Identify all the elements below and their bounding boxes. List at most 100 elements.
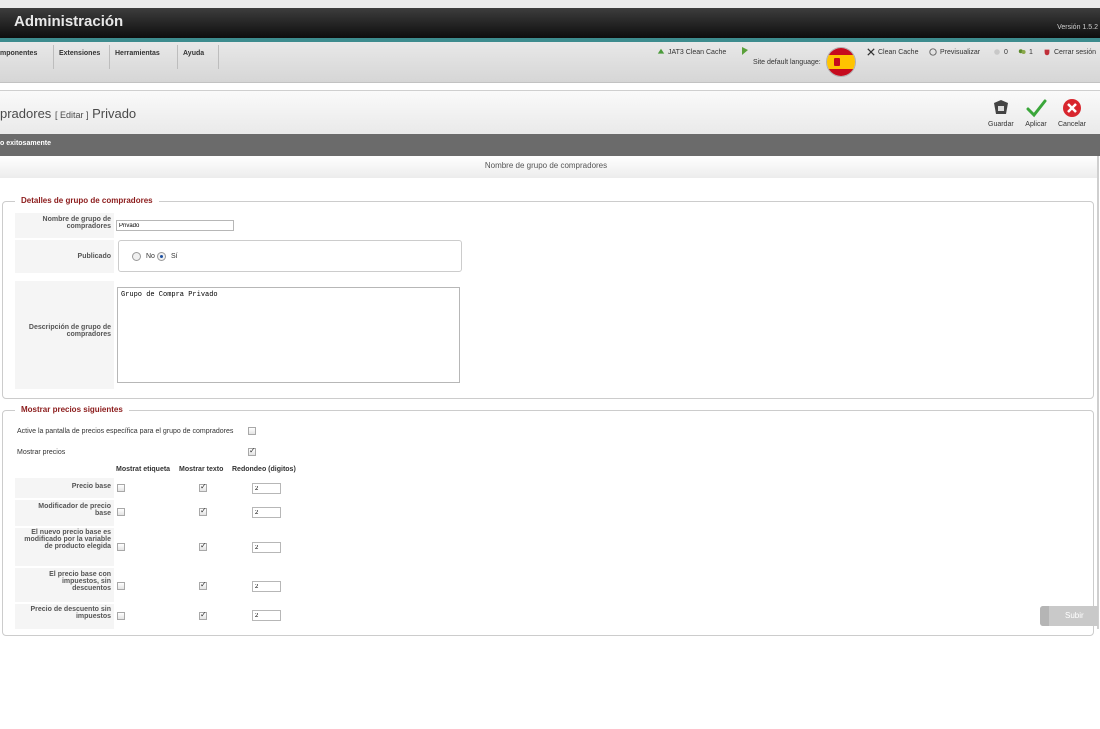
checkmark-icon (1026, 99, 1047, 118)
price-row-label-cell: El precio base con impuestos, sin descue… (15, 568, 114, 602)
preview-icon (929, 48, 937, 56)
cancel-button[interactable]: Cancelar (1058, 97, 1086, 128)
price-row-show-text-checkbox[interactable] (199, 580, 207, 590)
apply-label: Aplicar (1025, 121, 1047, 128)
price-row-rounding-input[interactable] (252, 542, 281, 553)
top-strip (0, 0, 1100, 8)
name-label: Nombre de grupo de compradores (42, 216, 111, 230)
published-yes-radio[interactable] (157, 252, 166, 261)
page-title-main: pradores (0, 106, 52, 121)
clean-cache-label: Clean Cache (878, 49, 919, 56)
visitors-counter: 0 (993, 47, 1008, 59)
price-row-show-label-checkbox[interactable] (117, 508, 125, 516)
description-textarea[interactable]: Grupo de Compra Privado (117, 287, 460, 383)
page-title: pradores [ Editar ] Privado (0, 106, 136, 121)
admins-counter: 1 (1018, 47, 1033, 59)
price-row-label-cell: Modificador de precio base (15, 500, 114, 526)
page-title-action: [ Editar ] (54, 110, 89, 120)
price-row-label-cell: Precio base (15, 478, 114, 498)
menu-item-tools[interactable]: Herramientas (115, 47, 160, 61)
price-row-label-cell: Precio de descuento sin impuestos (15, 604, 114, 629)
version-label: Versión 1.5.2 (1057, 24, 1098, 31)
price-row-show-text-checkbox[interactable] (199, 541, 207, 551)
price-row-label: Precio de descuento sin impuestos (30, 606, 111, 620)
clean-cache-link[interactable]: Clean Cache (867, 47, 918, 59)
jat3-clean-cache-link[interactable]: JAT3 Clean Cache (657, 47, 726, 59)
preview-link[interactable]: Previsualizar (929, 47, 980, 59)
save-icon (993, 100, 1008, 114)
price-row-show-label-checkbox[interactable] (117, 582, 125, 590)
menu-separator (177, 45, 178, 69)
price-row-rounding-input[interactable] (252, 610, 281, 621)
description-label-cell: Descripción de grupo de compradores (15, 281, 114, 389)
price-row-show-label-checkbox[interactable] (117, 543, 125, 551)
scroll-to-top-button[interactable]: Subir (1040, 606, 1098, 626)
visitors-icon (994, 49, 1000, 55)
price-row-rounding-input[interactable] (252, 581, 281, 592)
visitors-count: 0 (1004, 49, 1008, 56)
menu-item-help[interactable]: Ayuda (183, 47, 204, 61)
broom-icon (867, 48, 875, 56)
details-legend: Detalles de grupo de compradores (15, 196, 159, 205)
published-no-radio[interactable] (132, 252, 141, 261)
logout-label: Cerrar sesión (1054, 49, 1097, 56)
price-row-show-text-checkbox[interactable] (199, 610, 207, 620)
content-panel: Nombre de grupo de compradores Detalles … (0, 156, 1099, 636)
logout-link[interactable]: Cerrar sesión (1043, 47, 1096, 59)
price-row-rounding-input[interactable] (252, 483, 281, 494)
menu-bar: mponentes Extensiones Herramientas Ayuda… (0, 42, 1100, 83)
activate-price-display-checkbox[interactable] (248, 427, 256, 435)
save-button[interactable]: Guardar (988, 97, 1014, 128)
price-row-label: El precio base con impuestos, sin descue… (49, 571, 111, 592)
price-row-show-label-checkbox[interactable] (117, 612, 125, 620)
price-row-label-cell: El nuevo precio base es modificado por l… (15, 528, 114, 566)
users-icon (1018, 49, 1026, 55)
show-prices-label: Mostrar precios (17, 449, 66, 456)
admin-title: Administración (14, 13, 124, 30)
published-label-cell: Publicado (15, 240, 114, 273)
column-rounding: Redondeo (digitos) (232, 466, 296, 473)
cancel-label: Cancelar (1058, 121, 1087, 128)
toolbar: pradores [ Editar ] Privado Guardar Apli… (0, 90, 1100, 135)
recycle-icon (657, 48, 665, 54)
prices-fieldset (2, 410, 1094, 636)
page-title-item: Privado (92, 106, 137, 121)
success-message: o exitosamente (0, 140, 51, 147)
description-label: Descripción de grupo de compradores (28, 324, 111, 338)
apply-button[interactable]: Aplicar (1025, 97, 1047, 128)
menu-separator (218, 45, 219, 69)
language-flag-small-icon (741, 46, 749, 58)
price-row-show-text-checkbox[interactable] (199, 506, 207, 516)
tab-header[interactable]: Nombre de grupo de compradores (0, 156, 1097, 178)
site-language-label: Site default language: (753, 59, 821, 66)
admins-count: 1 (1029, 49, 1033, 56)
published-radio-group (118, 240, 462, 272)
published-label: Publicado (77, 253, 111, 260)
prices-legend: Mostrar precios siguientes (15, 405, 129, 414)
price-row-show-text-checkbox[interactable] (199, 482, 207, 492)
activate-price-display-label: Active la pantalla de precios específica… (17, 428, 234, 435)
logout-icon (1044, 49, 1050, 56)
published-yes-label: Sí (171, 253, 178, 260)
admin-header: Administración Versión 1.5.2 (0, 8, 1100, 38)
price-row-show-label-checkbox[interactable] (117, 484, 125, 492)
jat3-clean-cache-label: JAT3 Clean Cache (668, 49, 727, 56)
tab-header-label: Nombre de grupo de compradores (484, 161, 608, 170)
message-bar: o exitosamente (0, 134, 1100, 156)
column-show-label: Mostrat etiqueta (116, 466, 171, 473)
show-prices-checkbox[interactable] (248, 446, 256, 456)
published-no-label: No (146, 253, 155, 260)
menu-item-components[interactable]: mponentes (0, 47, 37, 61)
price-row-label: Precio base (71, 483, 111, 490)
menu-item-extensions[interactable]: Extensiones (59, 47, 100, 61)
scroll-to-top-handle (1040, 606, 1049, 626)
group-name-input[interactable] (116, 220, 234, 231)
column-show-text: Mostrar texto (179, 466, 224, 473)
cancel-icon (1063, 99, 1081, 117)
menu-separator (109, 45, 110, 69)
spain-flag-icon[interactable] (826, 47, 856, 77)
price-row-rounding-input[interactable] (252, 507, 281, 518)
menu-separator (53, 45, 54, 69)
name-label-cell: Nombre de grupo de compradores (15, 213, 114, 238)
save-label: Guardar (988, 121, 1014, 128)
